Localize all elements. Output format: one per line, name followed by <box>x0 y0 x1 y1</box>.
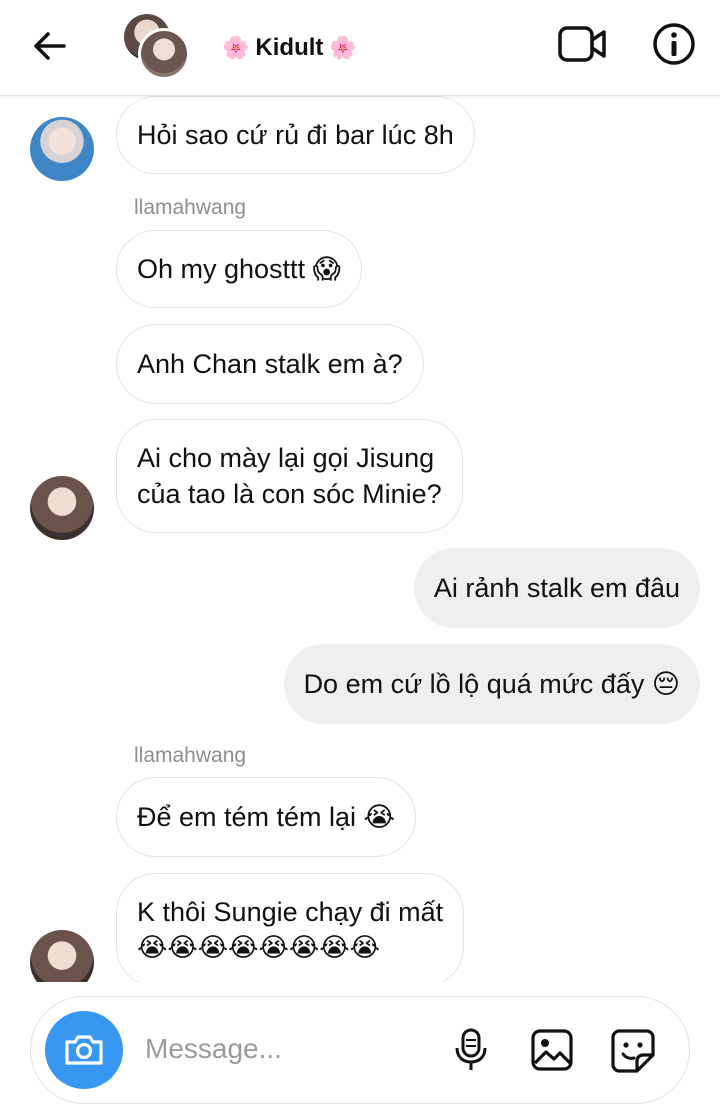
message-bubble-sent[interactable]: Do em cứ lồ lộ quá mức đấy 😔 <box>283 644 700 724</box>
message-text: Do em cứ lồ lộ quá mức đấy 😔 <box>303 669 680 699</box>
avatar[interactable] <box>30 930 94 982</box>
chat-header: 🌸 Kidult 🌸 <box>0 0 720 96</box>
back-arrow-icon[interactable] <box>28 24 72 68</box>
video-call-icon[interactable] <box>556 22 608 66</box>
sender-name: llamahwang <box>134 744 247 767</box>
avatar[interactable] <box>30 117 94 181</box>
message-bubble[interactable]: Hỏi sao cứ rủ đi bar lúc 8h <box>116 96 475 174</box>
message-bubble[interactable]: Ai cho mày lại gọi Jisung của tao là con… <box>116 419 463 533</box>
message-text: Để em tém tém lại 😭 <box>137 802 396 832</box>
message-composer[interactable]: Message... <box>30 996 690 1104</box>
message-bubble-sent[interactable]: Ai rảnh stalk em đâu <box>413 548 700 628</box>
cherry-blossom-icon: 🌸 <box>222 35 250 60</box>
message-bubble[interactable]: K thôi Sungie chạy đi mất 😭😭😭😭😭😭😭😭 <box>116 873 465 982</box>
group-avatar[interactable] <box>124 14 190 80</box>
microphone-icon[interactable] <box>451 1027 491 1073</box>
camera-icon <box>65 1035 103 1065</box>
message-text-line: K thôi Sungie chạy đi mất <box>137 897 444 927</box>
sticker-icon[interactable] <box>609 1027 657 1075</box>
cherry-blossom-icon: 🌸 <box>329 35 357 60</box>
message-text: Oh my ghosttt 😱 <box>137 254 341 284</box>
avatar[interactable] <box>30 476 94 540</box>
sender-name: llamahwang <box>134 196 247 219</box>
message-text: Ai rảnh stalk em đâu <box>433 573 680 603</box>
message-list[interactable]: Hỏi sao cứ rủ đi bar lúc 8h llamahwang O… <box>0 96 720 982</box>
camera-button[interactable] <box>45 1011 123 1089</box>
gallery-icon[interactable] <box>529 1027 575 1073</box>
message-text-line: 😭😭😭😭😭😭😭😭 <box>137 933 381 963</box>
message-bubble[interactable]: Oh my ghosttt 😱 <box>116 230 362 308</box>
chat-title[interactable]: 🌸 Kidult 🌸 <box>222 30 357 66</box>
message-text-line: của tao là con sóc Minie? <box>137 479 442 509</box>
message-bubble[interactable]: Anh Chan stalk em à? <box>116 324 424 404</box>
chat-title-text: Kidult <box>255 34 324 61</box>
member-avatar <box>138 28 190 80</box>
message-text: Anh Chan stalk em à? <box>137 349 403 379</box>
message-bubble[interactable]: Để em tém tém lại 😭 <box>116 777 417 857</box>
message-text: Hỏi sao cứ rủ đi bar lúc 8h <box>137 120 454 150</box>
info-icon[interactable] <box>650 20 698 68</box>
message-text-line: Ai cho mày lại gọi Jisung <box>137 443 435 473</box>
message-input[interactable]: Message... <box>145 1033 282 1065</box>
